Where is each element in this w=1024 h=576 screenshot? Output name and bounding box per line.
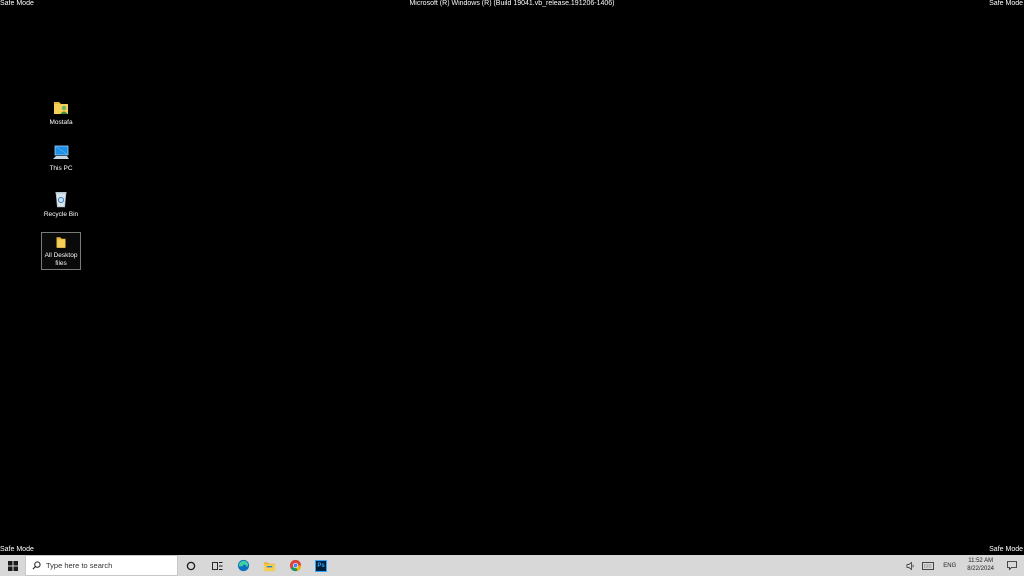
desktop-icon-label: Mostafa [49, 119, 73, 126]
file-explorer-button[interactable] [256, 555, 282, 576]
edge-button[interactable] [230, 555, 256, 576]
recycle-bin-icon [55, 192, 67, 208]
speaker-icon [906, 561, 914, 570]
safe-mode-label-bottom-right: Safe Mode [989, 546, 1023, 553]
volume-button[interactable] [902, 555, 918, 576]
windows-logo-icon [7, 560, 18, 571]
cortana-button[interactable] [178, 555, 204, 576]
safe-mode-label-bottom-left: Safe Mode [0, 546, 34, 553]
user-folder-icon [54, 102, 68, 114]
search-icon [32, 561, 41, 570]
cortana-icon [186, 561, 196, 570]
clock-date: 8/22/2024 [967, 565, 994, 572]
desktop-icon-mostafa[interactable]: Mostafa [41, 94, 81, 129]
desktop-icon-recycle-bin[interactable]: Recycle Bin [41, 186, 81, 221]
desktop-icon-label: This PC [49, 165, 73, 172]
taskbar: Type here to search Ps ENG 11:52 AM 8/22… [0, 555, 1024, 576]
safe-mode-label-top-right: Safe Mode [989, 0, 1023, 7]
start-button[interactable] [0, 555, 25, 576]
task-view-icon [211, 561, 222, 570]
keyboard-icon [922, 561, 935, 570]
build-banner: Microsoft (R) Windows (R) (Build 19041.v… [409, 0, 615, 7]
taskbar-search-box[interactable]: Type here to search [25, 555, 178, 576]
chrome-button[interactable] [282, 555, 308, 576]
this-pc-icon [53, 145, 69, 159]
taskbar-clock[interactable]: 11:52 AM 8/22/2024 [961, 555, 1000, 576]
notification-icon [1007, 561, 1017, 570]
task-view-button[interactable] [204, 555, 230, 576]
photoshop-icon: Ps [315, 559, 327, 572]
chrome-icon [289, 559, 301, 572]
desktop-icon-this-pc[interactable]: This PC [41, 140, 81, 175]
desktop-icon-label: Recycle Bin [43, 211, 79, 218]
photoshop-button[interactable]: Ps [308, 555, 334, 576]
edge-icon [237, 559, 249, 572]
touch-keyboard-button[interactable] [918, 555, 938, 576]
folder-icon [56, 237, 66, 248]
desktop-icon-label: All Desktop files [44, 252, 78, 267]
system-tray: ENG 11:52 AM 8/22/2024 [902, 555, 1024, 576]
clock-time: 11:52 AM [968, 558, 994, 564]
file-explorer-icon [263, 561, 275, 571]
input-language-indicator[interactable]: ENG [938, 555, 961, 576]
desktop-icon-all-desktop-files[interactable]: All Desktop files [41, 232, 81, 270]
search-placeholder: Type here to search [46, 561, 113, 570]
action-center-button[interactable] [1000, 555, 1024, 576]
